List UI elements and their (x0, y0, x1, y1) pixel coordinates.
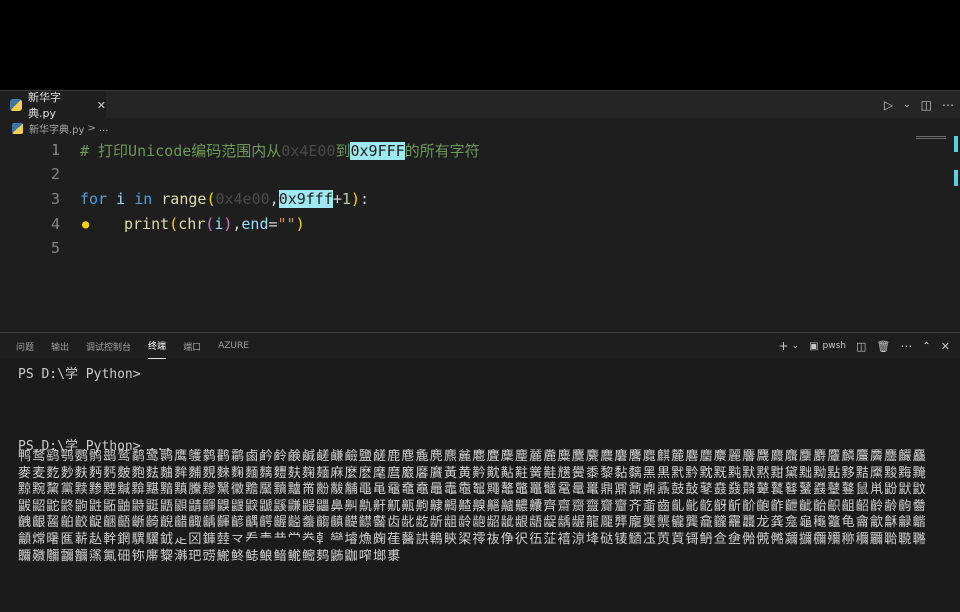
keyword-for: for (80, 190, 108, 208)
bottom-panel: 问题 输出 调试控制台 终端 端口 AZURE + ⌄ ▣ pwsh ◫ 🗑 ⋯… (0, 332, 960, 612)
minimap[interactable] (916, 136, 946, 140)
terminal[interactable]: PS D:\学 Python> PS D:\学 Python> ... 鸭鹜鹞鹗… (0, 359, 960, 612)
colon: : (359, 190, 369, 208)
bracket: ( (205, 215, 215, 233)
plus-icon[interactable]: + (778, 339, 788, 353)
line-number: 5 (50, 239, 60, 257)
tab-debug-console[interactable]: 调试控制台 (86, 333, 131, 359)
code-line-3: 3 for i in range(0x4e00,0x9fff+1): (0, 187, 950, 211)
shell-label[interactable]: pwsh (823, 341, 846, 351)
code-editor[interactable]: 1 # 打印Unicode编码范围内从0x4E00到0x9FFF的所有字符 2 … (0, 138, 960, 328)
bracket: ) (350, 190, 360, 208)
number: 1 (341, 190, 351, 208)
search-highlight: 0x9fff (278, 190, 333, 208)
plus: + (332, 190, 342, 208)
chevron-down-icon[interactable]: ⌄ (792, 341, 800, 351)
more-icon[interactable]: ⋯ (942, 98, 954, 112)
editor-actions: ▷ ⌄ ◫ ⋯ (884, 91, 954, 119)
split-icon[interactable]: ◫ (856, 340, 866, 353)
more-icon[interactable]: ⋯ (900, 339, 912, 353)
breadcrumb-more[interactable]: ... (99, 123, 109, 134)
comment-text: # 打印Unicode编码范围内从 (80, 141, 282, 160)
run-icon[interactable]: ▷ (884, 98, 893, 112)
python-file-icon (12, 122, 23, 134)
editor-tab-bar: 新华字典.py ✕ ▷ ⌄ ◫ ⋯ (0, 90, 960, 120)
tab-terminal[interactable]: 终端 (148, 333, 167, 359)
range-func: range (152, 190, 207, 208)
print-func: print (124, 215, 170, 233)
bracket: ) (295, 215, 305, 233)
code-line-4: 4 ● print(chr(i),end="") (0, 212, 950, 236)
breadcrumb: 新华字典.py > ... (0, 118, 960, 138)
tab-azure[interactable]: AZURE (218, 333, 249, 359)
trash-icon[interactable]: 🗑 (876, 340, 890, 353)
comment-post: 的所有字符 (404, 141, 480, 160)
code-line-1: 1 # 打印Unicode编码范围内从0x4E00到0x9FFF的所有字符 (0, 138, 950, 162)
line-number: 3 (50, 190, 60, 208)
terminal-prompt-1: PS D:\学 Python> (18, 367, 141, 382)
python-file-icon (10, 99, 22, 111)
tab-file[interactable]: 新华字典.py ✕ (0, 91, 106, 120)
breadcrumb-file[interactable]: 新华字典.py (29, 121, 84, 136)
maximize-icon[interactable]: ⌃ (922, 341, 930, 352)
keyword-in: in (134, 190, 153, 208)
line-number: 2 (50, 165, 60, 183)
search-highlight: 0x9FFF (350, 141, 405, 160)
line-number: 1 (50, 141, 60, 159)
comment-dim-start: 0x4E00 (281, 141, 336, 160)
terminal-output: 鸭鹜鹞鹗鹦鹘鹚鹫鹬鹭鹮鹰鹱鹲鹳鹴鹵鹶鹷鹸鹹鹺鹻鹼鹽鹾鹿麀麁麂麃麄麅麆麇麈麉麊麋麌… (18, 449, 927, 564)
code-line-2: 2 (0, 162, 950, 186)
breadcrumb-separator: > (87, 122, 96, 134)
line-number: 4 (50, 215, 60, 233)
tab-problems[interactable]: 问题 (16, 333, 34, 359)
comma: , (269, 190, 279, 208)
vscode-window: 新华字典.py ✕ ▷ ⌄ ◫ ⋯ 新华字典.py > ... 1 # 打印Un… (0, 90, 960, 612)
string-literal: "" (277, 215, 296, 233)
panel-actions: + ⌄ ▣ pwsh ◫ 🗑 ⋯ ⌃ ✕ (778, 333, 950, 359)
comment-to: 到 (335, 141, 351, 160)
chevron-down-icon[interactable]: ⌄ (903, 100, 911, 110)
equals: = (268, 215, 278, 233)
scrollbar-highlight-marker (954, 136, 958, 152)
scrollbar-highlight-marker (954, 170, 958, 186)
bracket: ( (169, 215, 179, 233)
tab-close-icon[interactable]: ✕ (97, 99, 106, 112)
terminal-icon[interactable]: ▣ (809, 341, 818, 352)
tab-output[interactable]: 输出 (51, 333, 69, 359)
code-line-5: 5 (0, 236, 950, 260)
range-start-dim: 0x4e00 (215, 190, 270, 208)
kwarg-end: end (241, 215, 269, 233)
tab-ports[interactable]: 端口 (183, 333, 201, 359)
lightbulb-icon[interactable]: ● (82, 217, 89, 231)
top-black-bar (0, 0, 960, 90)
chr-func: chr (178, 215, 206, 233)
loop-var: i (107, 190, 135, 208)
arg-var: i (214, 215, 224, 233)
split-editor-icon[interactable]: ◫ (921, 98, 932, 112)
close-icon[interactable]: ✕ (941, 340, 950, 353)
tab-label: 新华字典.py (27, 91, 61, 120)
